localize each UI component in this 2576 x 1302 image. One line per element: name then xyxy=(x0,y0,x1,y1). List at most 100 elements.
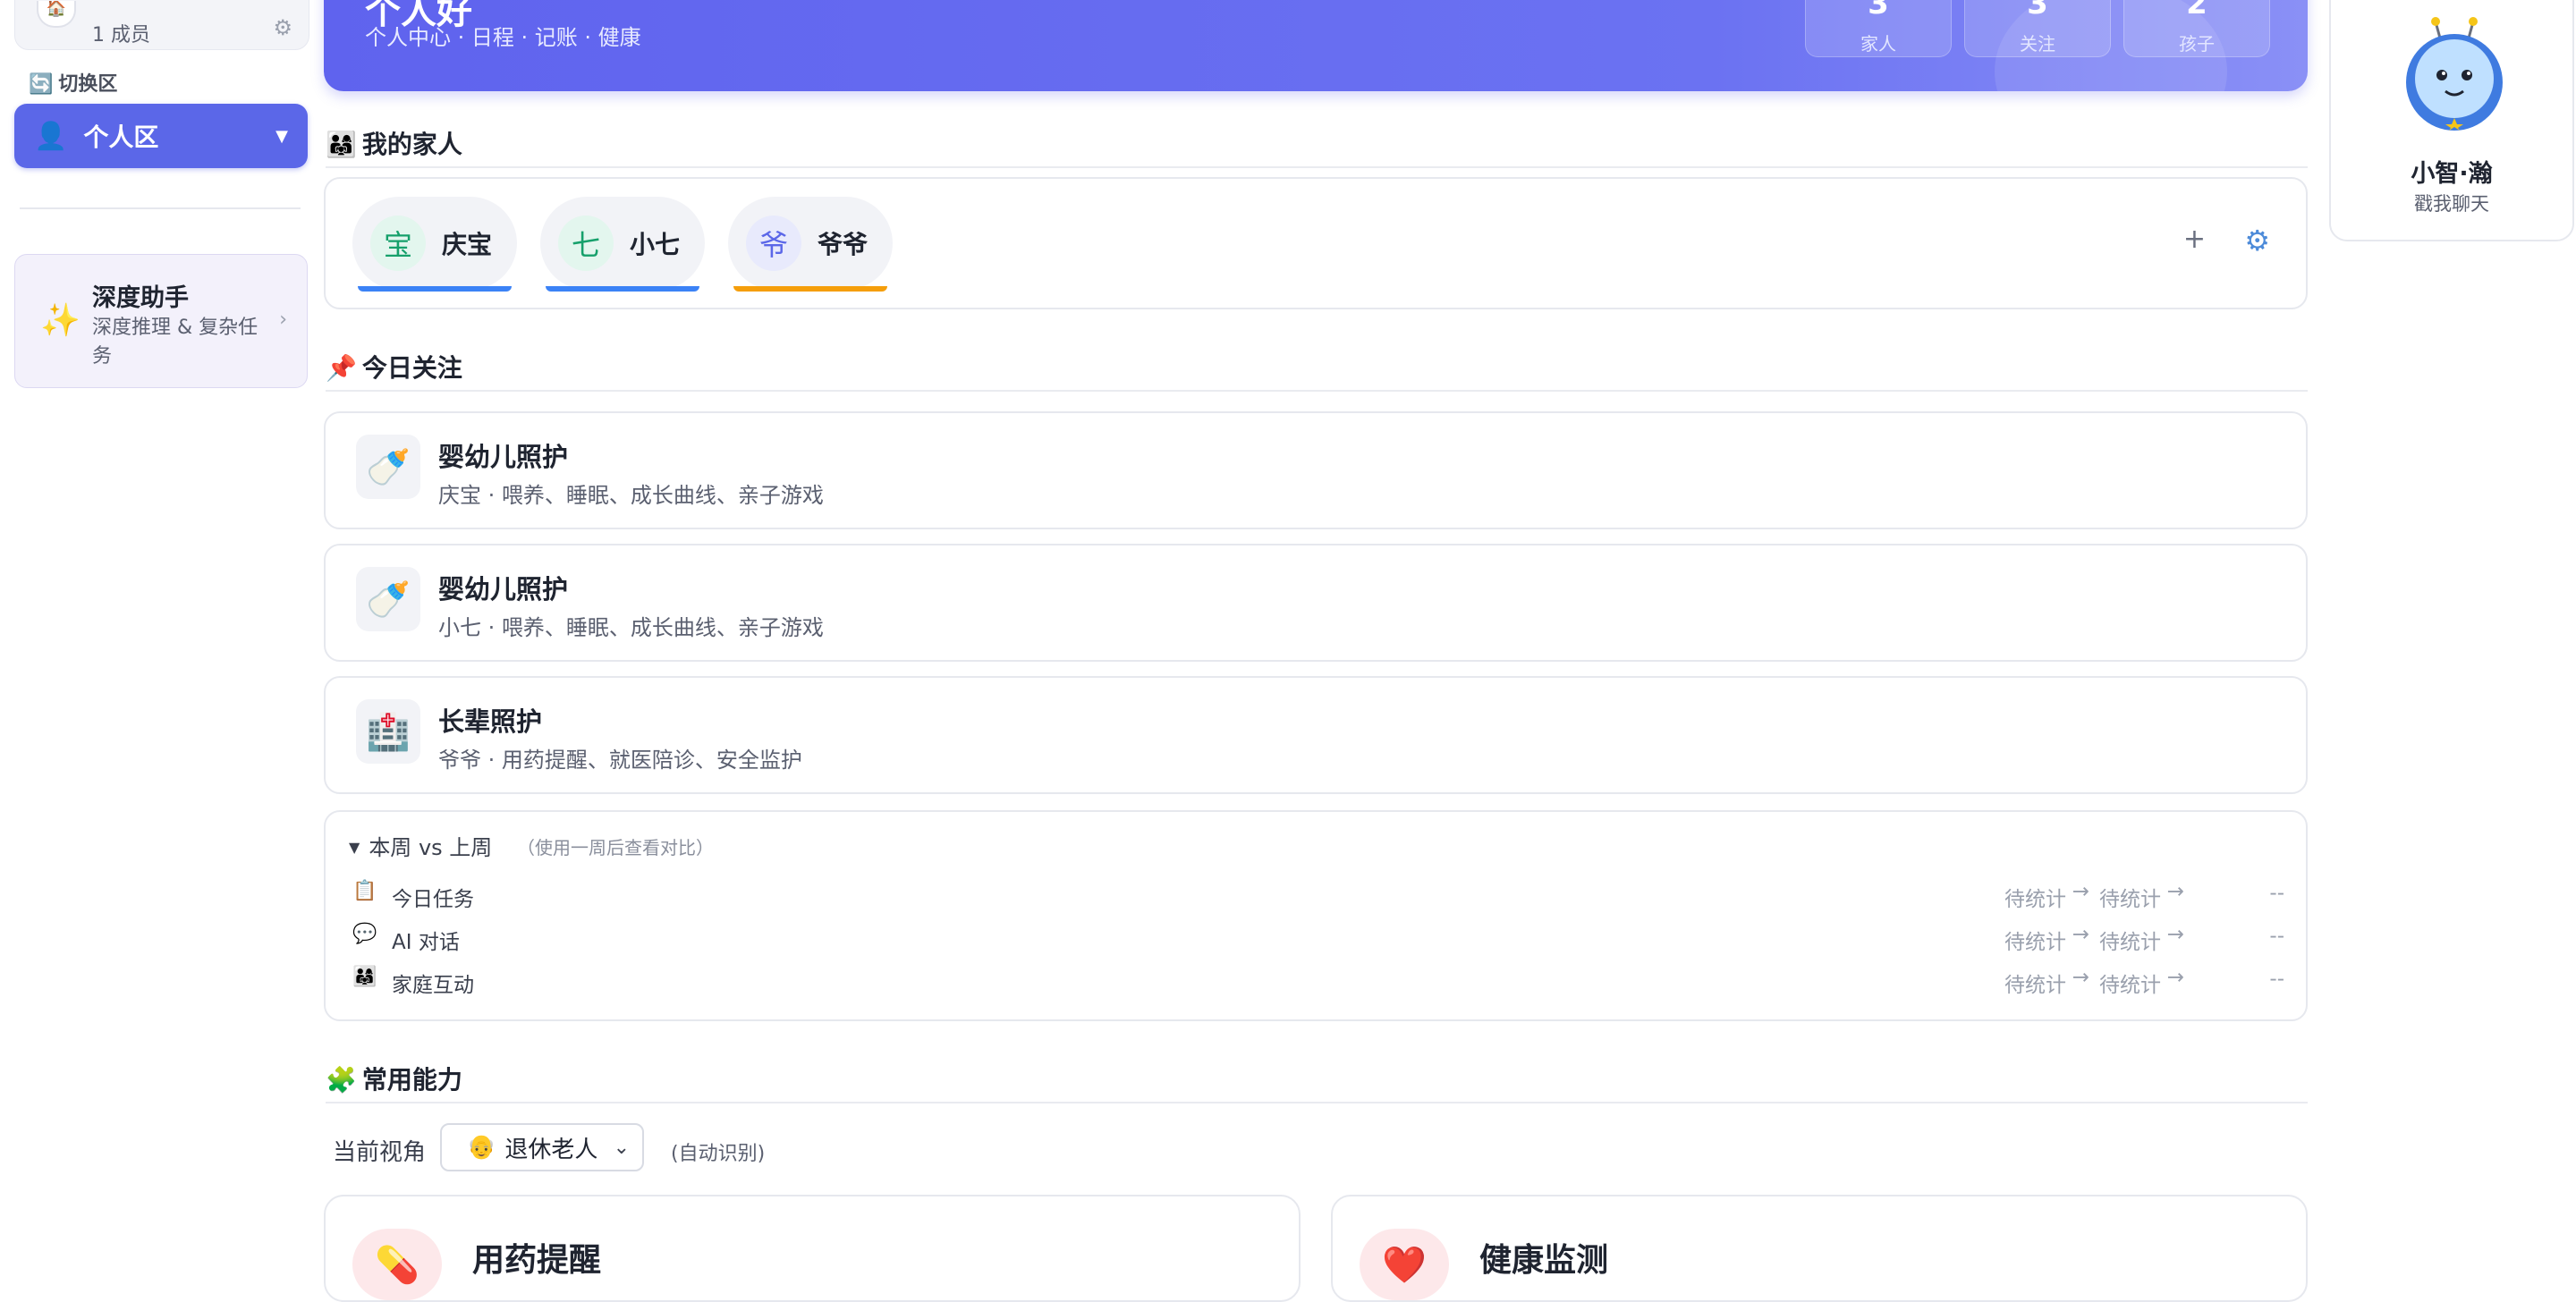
section-divider xyxy=(326,390,2308,392)
stat-value: 3 xyxy=(1868,0,1889,21)
focus-section-title-text: 今日关注 xyxy=(361,353,462,383)
member-badge: 宝 xyxy=(370,216,426,271)
family-section-title-text: 我的家人 xyxy=(361,130,462,159)
stat-family[interactable]: 3 家人 xyxy=(1805,0,1952,57)
deep-assistant-subtitle: 深度推理 & 复杂任务 xyxy=(92,317,258,368)
hero-subtitle: 个人中心 · 日程 · 记账 · 健康 xyxy=(365,25,641,50)
section-divider xyxy=(326,1102,2308,1103)
family-icon: 👨‍👩‍👧 xyxy=(352,966,377,988)
focus-section-title: 📌 今日关注 xyxy=(326,349,462,385)
view-select-value: 退休老人 xyxy=(504,1136,598,1163)
ability-card-title: 用药提醒 xyxy=(472,1242,602,1279)
view-select[interactable]: 👴 退休老人 ⌄ xyxy=(440,1123,644,1171)
family-members-count: 1 成员 xyxy=(92,24,150,46)
add-member-button[interactable]: + xyxy=(2183,224,2206,255)
hero-banner: 个人好 个人中心 · 日程 · 记账 · 健康 3 家人 3 关注 2 孩子 xyxy=(324,0,2308,91)
elder-icon: 👴 xyxy=(467,1134,496,1161)
baby-bottle-icon: 🍼 xyxy=(356,435,420,499)
heart-monitor-icon: ❤️ xyxy=(1360,1229,1449,1300)
family-icon: 👨‍👩‍👧 xyxy=(326,130,357,159)
switch-icon: 🔄 xyxy=(29,73,54,96)
switch-area-label: 🔄 切换区 xyxy=(29,68,117,97)
stat-value: 2 xyxy=(2186,0,2207,21)
member-pill-xiaoqi[interactable]: 七 小七 xyxy=(540,197,706,292)
family-card[interactable]: 🏠 1 成员 ⚙ xyxy=(14,0,309,50)
compare-row: 📋 今日任务 待统计 → 待统计 → -- xyxy=(352,878,2284,914)
member-name: 爷爷 xyxy=(818,230,869,259)
member-status-bar xyxy=(733,286,888,292)
switch-area-text: 切换区 xyxy=(58,73,118,96)
robot-icon xyxy=(2406,17,2503,131)
chat-bubble-icon: 💬 xyxy=(352,923,377,945)
pushpin-icon: 📌 xyxy=(326,353,357,383)
family-members-panel: 宝 庆宝 七 小七 爷 爷爷 + ⚙ xyxy=(324,177,2308,309)
compare-last-week: 待统计 xyxy=(2099,931,2161,954)
section-divider xyxy=(326,166,2308,168)
family-avatar: 🏠 xyxy=(37,1,76,28)
member-badge: 七 xyxy=(558,216,614,271)
care-card-title: 长辈照护 xyxy=(438,706,543,737)
care-card-elder[interactable]: 🏥 长辈照护 爷爷 · 用药提醒、就医陪诊、安全监护 xyxy=(324,676,2308,794)
arrow-icon: → xyxy=(2072,923,2089,946)
view-label: 当前视角 xyxy=(333,1139,427,1166)
arrow-icon: → xyxy=(2166,966,2184,989)
compare-last-week: 待统计 xyxy=(2099,974,2161,997)
compare-row-label: AI 对话 xyxy=(392,931,460,954)
compare-this-week: 待统计 xyxy=(2004,888,2066,911)
assistant-name: 小智·瀚 xyxy=(2411,160,2493,188)
gear-icon[interactable]: ⚙ xyxy=(2244,224,2270,258)
compare-delta: -- xyxy=(2269,968,2284,991)
member-name: 庆宝 xyxy=(442,230,493,259)
stat-focus[interactable]: 3 关注 xyxy=(1964,0,2111,57)
ability-card-health[interactable]: ❤️ 健康监测 xyxy=(1331,1195,2308,1302)
ability-card-title: 健康监测 xyxy=(1479,1242,1609,1279)
auto-detect-hint: (自动识别) xyxy=(671,1143,766,1165)
assistant-subtitle: 戳我聊天 xyxy=(2414,193,2489,215)
care-card-infant-xiaoqi[interactable]: 🍼 婴幼儿照护 小七 · 喂养、睡眠、成长曲线、亲子游戏 xyxy=(324,544,2308,662)
deep-assistant-card[interactable]: ✨ 深度助手 深度推理 & 复杂任务 › xyxy=(14,254,308,388)
member-status-bar xyxy=(546,286,700,292)
sparkle-icon: ✨ xyxy=(40,302,80,339)
space-selector-label: 个人区 xyxy=(83,123,159,152)
stat-label: 关注 xyxy=(2020,33,2055,55)
care-card-title: 婴幼儿照护 xyxy=(438,574,569,604)
compare-delta: -- xyxy=(2269,925,2284,948)
compare-row-label: 家庭互动 xyxy=(392,974,474,997)
abilities-section-title-text: 常用能力 xyxy=(361,1065,462,1095)
care-card-desc: 小七 · 喂养、睡眠、成长曲线、亲子游戏 xyxy=(438,615,824,640)
weekly-compare-hint: （使用一周后查看对比） xyxy=(517,837,714,858)
chevron-down-icon: ▼ xyxy=(275,126,288,146)
person-icon: 👤 xyxy=(34,120,68,152)
ability-card-medication[interactable]: 💊 用药提醒 xyxy=(324,1195,1301,1302)
space-selector[interactable]: 👤 个人区 ▼ xyxy=(14,104,308,168)
compare-row: 👨‍👩‍👧 家庭互动 待统计 → 待统计 → -- xyxy=(352,964,2284,1000)
gear-icon[interactable]: ⚙ xyxy=(273,15,292,40)
arrow-icon: → xyxy=(2166,880,2184,903)
member-name: 小七 xyxy=(630,230,681,259)
caret-down-icon: ▼ xyxy=(349,839,360,856)
member-status-bar xyxy=(358,286,513,292)
care-card-infant-qingbao[interactable]: 🍼 婴幼儿照护 庆宝 · 喂养、睡眠、成长曲线、亲子游戏 xyxy=(324,411,2308,529)
member-pill-grandpa[interactable]: 爷 爷爷 xyxy=(728,197,894,292)
robot-avatar xyxy=(2402,5,2506,131)
chevron-right-icon: › xyxy=(279,309,287,331)
family-section-title: 👨‍👩‍👧 我的家人 xyxy=(326,125,462,161)
arrow-icon: → xyxy=(2072,966,2089,989)
care-card-title: 婴幼儿照护 xyxy=(438,442,569,472)
hospital-icon: 🏥 xyxy=(356,699,420,764)
weekly-compare-panel: ▼ 本周 vs 上周 （使用一周后查看对比） 📋 今日任务 待统计 → 待统计 →… xyxy=(324,810,2308,1021)
sidebar-divider xyxy=(20,207,301,209)
stat-label: 孩子 xyxy=(2179,33,2215,55)
weekly-compare-toggle[interactable]: ▼ 本周 vs 上周 xyxy=(349,830,492,861)
stat-kids[interactable]: 2 孩子 xyxy=(2123,0,2270,57)
member-badge: 爷 xyxy=(746,216,801,271)
assistant-card[interactable]: 小智·瀚 戳我聊天 xyxy=(2329,0,2574,241)
baby-bottle-icon: 🍼 xyxy=(356,567,420,631)
abilities-section-title: 🧩 常用能力 xyxy=(326,1061,462,1096)
weekly-compare-title: 本周 vs 上周 xyxy=(369,835,493,860)
clipboard-icon: 📋 xyxy=(352,880,377,902)
compare-last-week: 待统计 xyxy=(2099,888,2161,911)
stat-value: 3 xyxy=(2027,0,2048,21)
pill-icon: 💊 xyxy=(352,1229,442,1300)
member-pill-qingbao[interactable]: 宝 庆宝 xyxy=(352,197,518,292)
